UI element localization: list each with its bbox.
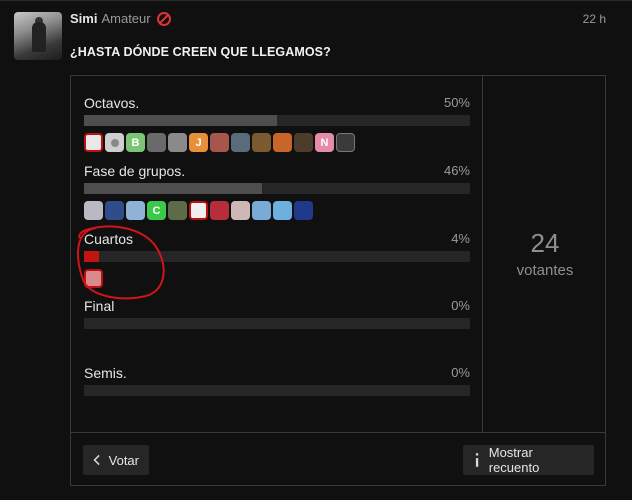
post-time[interactable]: 22 h [583, 12, 606, 26]
voter-avatar[interactable] [294, 201, 313, 220]
poll-option-label: Cuartos [84, 231, 134, 247]
poll-divider [71, 432, 605, 433]
voter-avatar[interactable] [147, 133, 166, 152]
poll-option-percent: 4% [451, 231, 470, 246]
poll-option-percent: 46% [443, 163, 470, 178]
voter-count: 24 [530, 228, 560, 258]
show-results-button[interactable]: Mostrar recuento [463, 445, 594, 475]
voter-avatar[interactable]: N [315, 133, 334, 152]
poll-option-bar [84, 251, 470, 262]
voter-avatar[interactable] [168, 201, 187, 220]
voter-avatar[interactable] [84, 269, 103, 288]
show-results-button-label: Mostrar recuento [488, 445, 540, 475]
poll-option-percent: 0% [451, 365, 470, 380]
voter-avatar[interactable] [336, 133, 355, 152]
poll-option-label: Semis. [84, 365, 127, 381]
post-title: ¿HASTA DÓNDE CREEN QUE LLEGAMOS? [70, 45, 331, 59]
voter-avatar[interactable] [252, 133, 271, 152]
poll-option-label: Octavos. [84, 95, 140, 111]
poll-option-fill [84, 115, 277, 126]
poll: Octavos. 50% B J N Fase de grupos. 46% C… [70, 75, 606, 486]
voter-avatar[interactable] [84, 133, 103, 152]
poll-option-percent: 0% [451, 298, 470, 313]
voter-avatar[interactable] [189, 201, 208, 220]
voter-avatar[interactable] [105, 133, 124, 152]
chevron-left-icon [93, 454, 100, 466]
voter-avatars [84, 269, 103, 288]
voter-avatars: B J N [84, 133, 355, 152]
poll-option-bar [84, 318, 470, 329]
voter-avatar[interactable] [273, 133, 292, 152]
voter-avatar[interactable] [273, 201, 292, 220]
poll-option-label: Final [84, 298, 115, 314]
poll-option-fill [84, 251, 100, 262]
voter-avatar[interactable] [231, 201, 250, 220]
voter-avatar[interactable] [231, 133, 250, 152]
top-divider [0, 0, 632, 1]
username[interactable]: Simi [70, 11, 97, 26]
poll-option-percent: 50% [443, 95, 470, 110]
voter-avatar[interactable]: J [189, 133, 208, 152]
voter-avatar[interactable] [252, 201, 271, 220]
no-entry-icon [156, 11, 171, 26]
poll-option-fill [84, 183, 262, 194]
vote-button-label: Votar [108, 452, 139, 468]
voter-avatars: C [84, 201, 313, 220]
info-icon [475, 453, 479, 467]
voter-avatar[interactable]: C [147, 201, 166, 220]
poll-option-bar [84, 385, 470, 396]
voter-avatar[interactable]: B [126, 133, 145, 152]
poll-option-bar [84, 115, 470, 126]
user-title: Amateur [101, 11, 151, 26]
post-author: Simi Amateur [70, 11, 171, 26]
voter-avatar[interactable] [105, 201, 124, 220]
avatar[interactable] [14, 12, 62, 60]
vote-button[interactable]: Votar [83, 445, 149, 475]
voter-avatar[interactable] [168, 133, 187, 152]
voter-count-label: votantes [516, 262, 574, 279]
voter-avatar[interactable] [210, 133, 229, 152]
poll-option-bar [84, 183, 470, 194]
poll-option-label: Fase de grupos. [84, 163, 186, 179]
voter-avatar[interactable] [126, 201, 145, 220]
voter-avatar[interactable] [210, 201, 229, 220]
voter-avatar[interactable] [294, 133, 313, 152]
voter-avatar[interactable] [84, 201, 103, 220]
